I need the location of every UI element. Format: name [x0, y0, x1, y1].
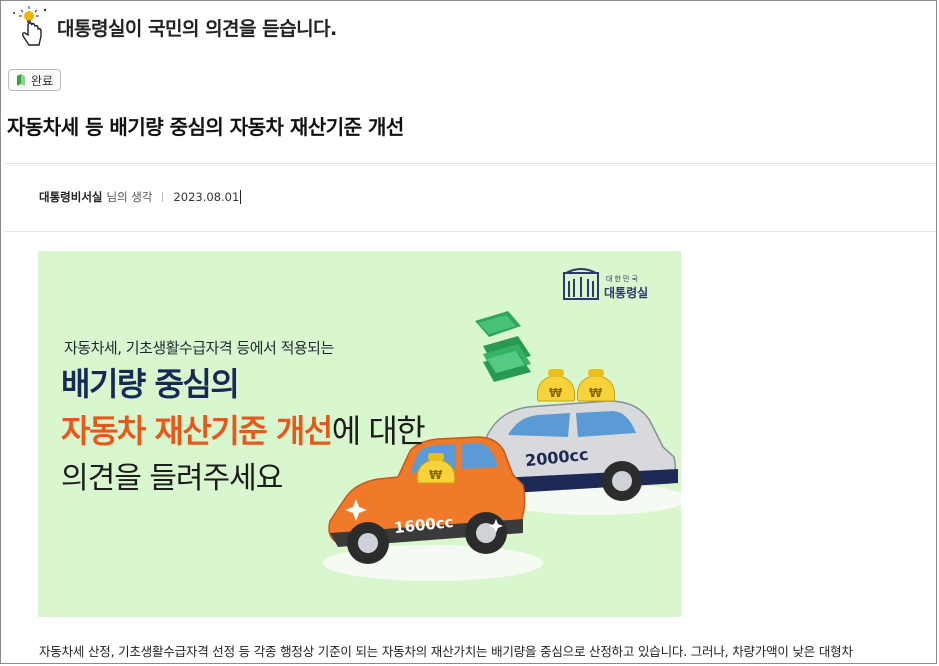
post-banner-image: ₩ ₩ ₩ 자동차세, 기초생활수급자격 등에서 적용되는 배기량 중심의 자동… [38, 251, 681, 617]
banner-brand-name: 대통령실 [604, 286, 649, 300]
banner-brand-country: 대한민국 [606, 275, 640, 283]
meta-separator [162, 192, 164, 202]
post-author: 대통령비서실 [39, 190, 103, 204]
divider [5, 231, 936, 232]
site-title: 대통령실이 국민의 의견을 듣습니다. [57, 17, 337, 40]
page-frame: 대통령실이 국민의 의견을 듣습니다. 완료 자동차세 등 배기량 중심의 자동… [0, 0, 937, 664]
banner-headline-rest: 에 대한 [331, 412, 426, 450]
book-icon [16, 74, 26, 86]
svg-text:₩: ₩ [549, 386, 563, 400]
money-bag-icon: ₩ [576, 369, 616, 402]
orange-car-illustration [328, 436, 526, 564]
post-author-suffix: 님의 생각 [106, 190, 153, 204]
idea-hand-icon[interactable] [11, 5, 51, 49]
status-badge-label: 완료 [31, 73, 54, 88]
svg-text:₩: ₩ [589, 386, 603, 400]
post-date: 2023.08.01 [173, 190, 240, 204]
money-bag-icon: ₩ [536, 369, 576, 402]
svg-text:₩: ₩ [429, 468, 443, 482]
banner-headline-line1: 배기량 중심의 [61, 365, 240, 403]
banner-headline-line3: 의견을 들려주세요 [61, 461, 283, 496]
banner-headline-line2: 자동차 재산기준 개선에 대한 [61, 406, 426, 452]
banner-headline-highlight: 자동차 재산기준 개선 [61, 412, 333, 450]
divider [5, 163, 936, 164]
presidential-seal-icon [563, 268, 599, 300]
post-meta: 대통령비서실 님의 생각 2023.08.01 [39, 189, 242, 205]
text-cursor [240, 190, 242, 204]
post-body-paragraph: 자동차세 산정, 기초생활수급자격 선정 등 각종 행정상 기준이 되는 자동차… [39, 644, 853, 659]
status-badge: 완료 [8, 69, 62, 91]
money-bills-icon [475, 311, 531, 382]
banner-subtitle: 자동차세, 기초생활수급자격 등에서 적용되는 [64, 339, 334, 357]
post-title: 자동차세 등 배기량 중심의 자동차 재산기준 개선 [7, 115, 404, 139]
site-header: 대통령실이 국민의 의견을 듣습니다. [11, 5, 337, 49]
